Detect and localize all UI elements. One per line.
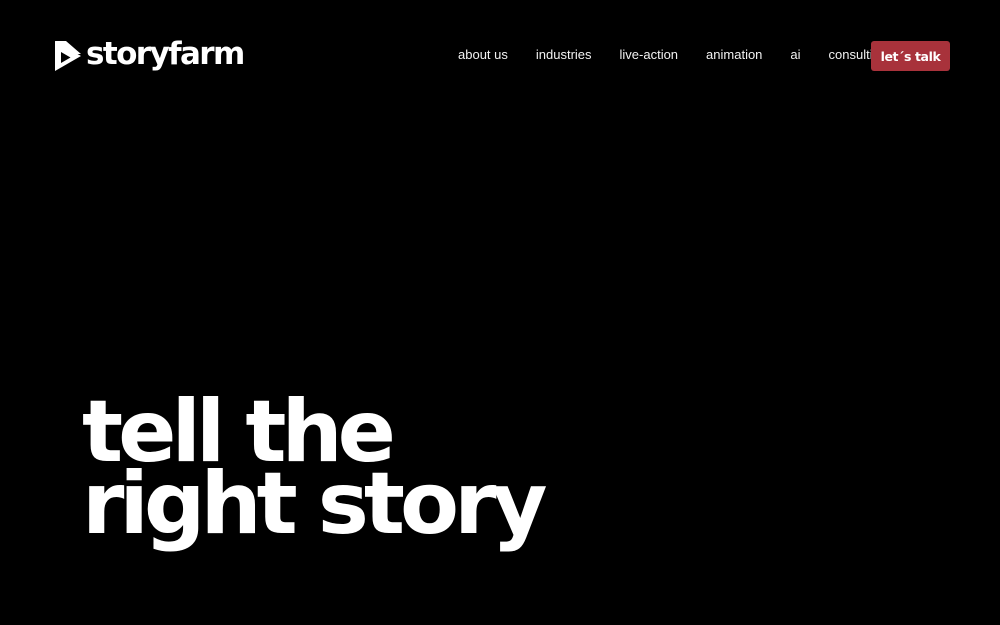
hero-headline-line-2: right story — [82, 454, 548, 554]
lets-talk-button[interactable]: let´s talk — [871, 41, 950, 71]
logo-link[interactable]: storyfarm — [52, 35, 245, 74]
hero-section: tell the right story — [82, 389, 602, 554]
hero-headline: tell the right story — [82, 389, 602, 554]
nav-item-industries[interactable]: industries — [536, 46, 592, 64]
storyfarm-play-mark-icon — [55, 41, 81, 71]
brand-name: storyfarm — [86, 35, 245, 72]
nav-item-ai[interactable]: ai — [790, 46, 800, 64]
nav-item-animation[interactable]: animation — [706, 46, 762, 64]
main-nav: about us industries live-action animatio… — [458, 46, 887, 64]
nav-item-about-us[interactable]: about us — [458, 46, 508, 64]
nav-item-live-action[interactable]: live-action — [620, 46, 679, 64]
site-header: storyfarm about us industries live-actio… — [0, 0, 1000, 110]
